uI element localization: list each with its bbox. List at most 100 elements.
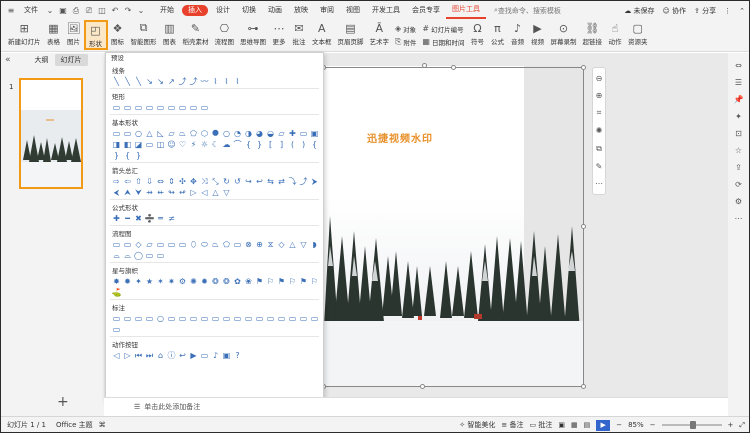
reading-view-icon[interactable]: ▤ (584, 421, 591, 429)
shape-option[interactable]: ⬯ (189, 240, 198, 249)
shape-option[interactable]: ▭ (288, 314, 297, 323)
shape-option[interactable]: ○ (222, 129, 231, 138)
shape-option[interactable]: ( (288, 140, 297, 149)
shape-option[interactable]: ✷ (167, 277, 176, 286)
shape-option[interactable]: ⊗ (244, 240, 253, 249)
symbol-button[interactable]: Ω 符号 (467, 20, 487, 50)
menu-picture-tools[interactable]: 图片工具 (446, 2, 486, 19)
transition-icon[interactable]: ⊡ (735, 129, 742, 138)
backup-icon[interactable]: ⟳ (735, 180, 742, 189)
shape-option[interactable]: ▭ (112, 240, 121, 249)
shape-option[interactable]: ⌇ (222, 77, 231, 86)
zoom-minus-icon[interactable]: − (650, 421, 656, 429)
shape-option[interactable]: ↘ (145, 77, 154, 86)
shape-option[interactable]: ◇ (277, 240, 286, 249)
smart-beautify-button[interactable]: ✧ 智能美化 (459, 420, 495, 430)
smartart-button[interactable]: ⧉ 智能图形 (128, 20, 160, 50)
tab-slides[interactable]: 幻灯片 (54, 54, 88, 66)
shape-option[interactable]: ⇄ (277, 177, 286, 186)
redo-icon[interactable]: ↷ (122, 5, 134, 17)
layers-icon[interactable]: ⧉ (596, 144, 602, 154)
menu-developer[interactable]: 开发工具 (366, 1, 406, 20)
shape-option[interactable]: ▭ (266, 314, 275, 323)
spellcheck-icon[interactable]: ⌘ (99, 421, 106, 429)
unsaved-status[interactable]: ☁ 未保存 (624, 6, 654, 16)
object-button[interactable]: ◈ 对象 (395, 24, 416, 34)
shape-option[interactable]: ▭ (112, 314, 121, 323)
shape-option[interactable]: ⌂ (156, 351, 165, 360)
menu-transition[interactable]: 切换 (236, 1, 262, 20)
shape-option[interactable]: ◒ (266, 129, 275, 138)
chart-button[interactable]: ▥ 图表 (160, 20, 180, 50)
shape-option[interactable]: ⏢ (178, 129, 187, 138)
shape-option[interactable]: ▭ (277, 314, 286, 323)
sorter-view-icon[interactable]: ▦ (571, 421, 578, 429)
shape-option[interactable]: ◪ (134, 140, 143, 149)
shape-option[interactable]: ⚑ (255, 277, 264, 286)
shape-option[interactable]: ⇩ (145, 177, 154, 186)
shape-option[interactable]: ? (233, 351, 242, 360)
shape-option[interactable]: ↗ (167, 77, 176, 86)
shape-option[interactable]: ▭ (167, 103, 176, 112)
shape-option[interactable]: ✸ (112, 277, 121, 286)
shape-option[interactable]: ▣ (222, 351, 231, 360)
undo-icon[interactable]: ↶ (109, 5, 121, 17)
shape-option[interactable]: ☁ (222, 140, 231, 149)
minus-icon[interactable]: ⊖ (596, 74, 603, 83)
theme-name[interactable]: Office 主题 (56, 420, 93, 430)
shape-option[interactable]: ▭ (178, 103, 187, 112)
shape-option[interactable]: ▭ (222, 314, 231, 323)
shape-option[interactable]: ▭ (189, 103, 198, 112)
collab-button[interactable]: ☺ 协作 (662, 6, 686, 16)
shape-option[interactable]: ◯ (134, 251, 143, 260)
header-footer-button[interactable]: ▤ 页眉页脚 (335, 20, 367, 50)
shape-option[interactable]: ╲ (112, 77, 121, 86)
comment-button[interactable]: ✉ 批注 (289, 20, 309, 50)
audio-button[interactable]: ♪ 音频 (507, 20, 527, 50)
menu-slideshow[interactable]: 放映 (288, 1, 314, 20)
shape-option[interactable]: ▣ (310, 129, 319, 138)
shape-option[interactable]: ▭ (200, 351, 209, 360)
slide-number-button[interactable]: # 幻灯片编号 (422, 24, 464, 34)
shape-option[interactable]: ▭ (178, 240, 187, 249)
shape-option[interactable]: ⤡ (211, 177, 220, 186)
shape-option[interactable]: △ (288, 240, 297, 249)
shape-option[interactable]: ▭ (310, 314, 319, 323)
icons-button[interactable]: ❖ 图标 (108, 20, 128, 50)
menu-start[interactable]: 开始 (154, 1, 180, 20)
flowchart-button[interactable]: ⎔ 流程图 (212, 20, 238, 50)
shape-option[interactable]: ▭ (123, 103, 132, 112)
shape-option[interactable]: ◕ (255, 129, 264, 138)
shape-option[interactable]: ⤵ (288, 177, 297, 186)
shape-option[interactable]: ➗ (145, 214, 155, 223)
shape-option[interactable]: ♪ (211, 351, 220, 360)
shape-option[interactable]: ⏮ (134, 351, 143, 360)
resource-button[interactable]: ▢ 资源夹 (625, 20, 651, 50)
shape-option[interactable]: ▭ (123, 240, 132, 249)
shape-option[interactable]: ▶ (189, 351, 198, 360)
shape-option[interactable]: ⏢ (211, 240, 220, 249)
shapes-button[interactable]: ◰ 形状 (83, 20, 108, 50)
shape-option[interactable]: ✦ (134, 277, 143, 286)
print-icon[interactable]: ⎚ (83, 5, 95, 17)
shape-option[interactable]: ⇸ (145, 188, 154, 197)
resize-handle-e[interactable] (581, 224, 586, 229)
shape-option[interactable]: } (112, 151, 121, 160)
shape-option[interactable]: { (244, 140, 253, 149)
share-icon[interactable]: ⇪ (735, 163, 742, 172)
lightbulb-icon[interactable]: ✺ (596, 126, 603, 135)
shape-option[interactable]: ↩ (178, 351, 187, 360)
more-button[interactable]: ⋯ 更多 (269, 20, 289, 50)
shape-option[interactable]: ⚑ (277, 277, 286, 286)
pin-icon[interactable]: 📌 (734, 95, 744, 104)
shape-option[interactable]: ▭ (112, 129, 121, 138)
add-slide-icon[interactable]: + (57, 394, 69, 410)
menu-member[interactable]: 会员专享 (406, 1, 446, 20)
menu-insert[interactable]: 插入 (182, 5, 208, 16)
shape-option[interactable]: ⚡ (189, 140, 198, 149)
shape-option[interactable]: ▷ (189, 188, 198, 197)
shape-option[interactable]: ⚙ (178, 277, 187, 286)
shape-option[interactable]: ✶ (156, 277, 165, 286)
shape-option[interactable]: ▭ (145, 103, 154, 112)
shape-option[interactable]: 〰 (200, 77, 209, 86)
